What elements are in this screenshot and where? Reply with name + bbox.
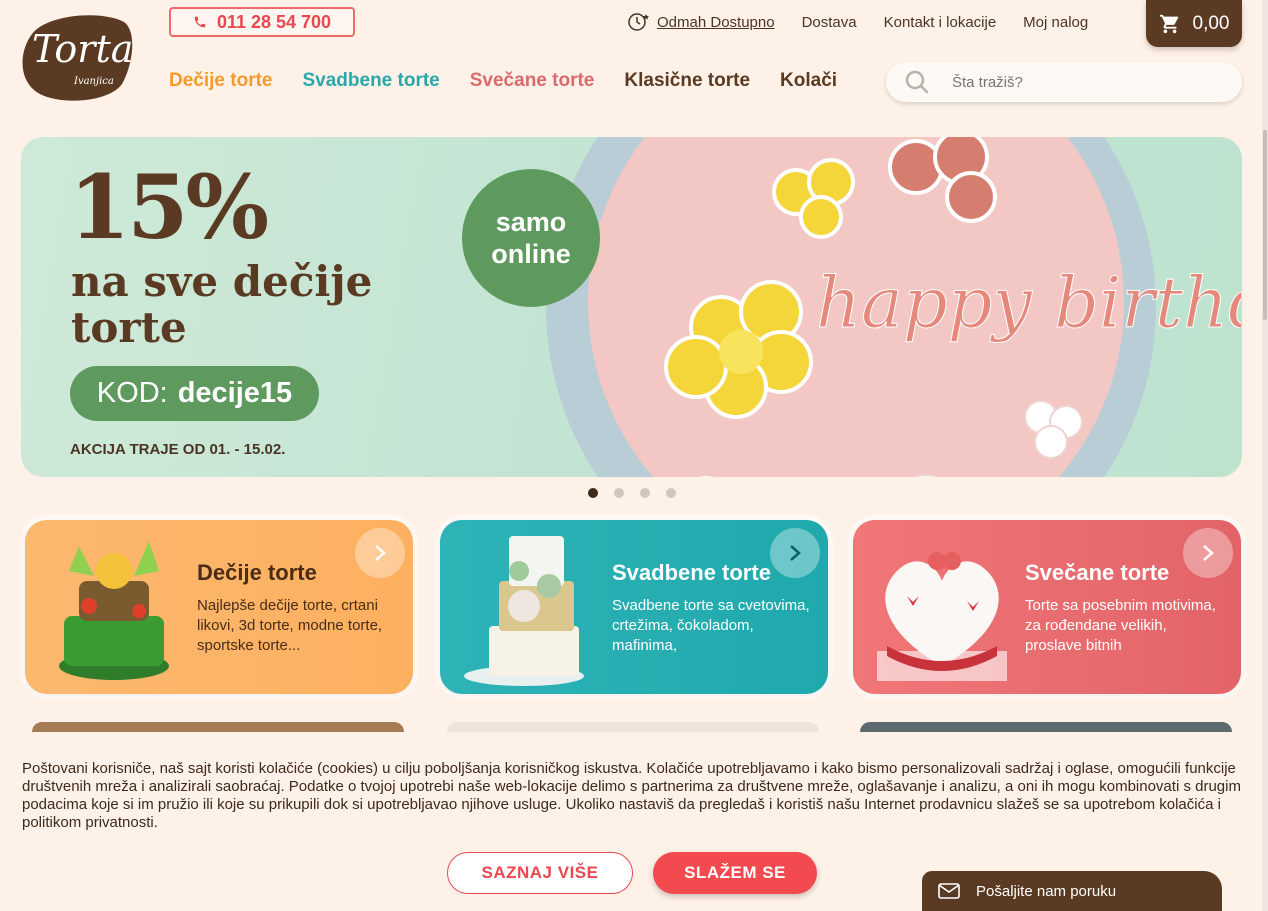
carousel-dot-3[interactable] — [640, 488, 650, 498]
cart-button[interactable]: 0,00 — [1146, 0, 1242, 47]
promo-subtitle: na sve dečije torte — [71, 257, 373, 352]
cart-icon — [1159, 14, 1178, 33]
category-title: Svadbene torte — [612, 560, 771, 585]
cookie-text: Poštovani korisniče, naš sajt koristi ko… — [22, 760, 1241, 831]
search-input[interactable] — [952, 73, 1212, 91]
site-logo[interactable]: Torta Ivanjica — [22, 12, 134, 102]
category-desc: Svadbene torte sa cvetovima, crtežima, č… — [612, 597, 810, 654]
category-card-peek-1 — [32, 722, 404, 732]
phone-number: 011 28 54 700 — [216, 11, 332, 32]
search-bar[interactable] — [886, 62, 1242, 102]
category-card-peek-3 — [860, 722, 1232, 732]
toplink-delivery[interactable]: Dostava — [802, 14, 857, 31]
nav-wedding-cakes[interactable]: Svadbene torte — [302, 70, 439, 92]
category-card-celebration[interactable]: Svečane torte Torte sa posebnim motivima… — [853, 520, 1241, 694]
nav-kids-cakes[interactable]: Dečije torte — [169, 70, 272, 92]
chevron-right-icon[interactable] — [770, 528, 820, 578]
category-card-peek-2 — [447, 722, 819, 732]
category-title: Dečije torte — [197, 560, 317, 585]
carousel-dot-2[interactable] — [614, 488, 624, 498]
chevron-right-icon[interactable] — [355, 528, 405, 578]
toplink-contact[interactable]: Kontakt i lokacije — [884, 14, 997, 31]
promo-period: AKCIJA TRAJE OD 01. - 15.02. — [70, 441, 286, 458]
toplink-account[interactable]: Moj nalog — [1023, 14, 1088, 31]
toplink-available[interactable]: Odmah Dostupno — [627, 12, 775, 32]
accept-cookies-button[interactable]: SLAŽEM SE — [653, 852, 817, 894]
wedding-cake-image — [464, 536, 584, 686]
hero-banner[interactable]: happy birthday 15% na sve dečije torte K… — [21, 137, 1242, 477]
promo-code-pill: KOD: decije15 — [70, 366, 319, 421]
promo-code-label: KOD: — [96, 377, 168, 409]
clock-moon-icon — [628, 13, 649, 31]
phone-icon — [194, 16, 206, 28]
nav-pastries[interactable]: Kolači — [780, 70, 837, 92]
nav-celebration-cakes[interactable]: Svečane torte — [470, 70, 595, 92]
cake-lettering: happy birthday — [816, 262, 1241, 344]
category-desc: Najlepše dečije torte, crtani likovi, 3d… — [197, 597, 383, 654]
online-only-badge: samo online — [462, 169, 600, 307]
category-card-kids[interactable]: Dečije torte Najlepše dečije torte, crta… — [25, 520, 413, 694]
category-title: Svečane torte — [1025, 560, 1170, 585]
promo-percent: 15% — [69, 155, 269, 259]
learn-more-button[interactable]: SAZNAJ VIŠE — [447, 852, 633, 894]
chevron-right-icon[interactable] — [1183, 528, 1233, 578]
promo-code-value: decije15 — [177, 377, 293, 409]
cookie-banner: Poštovani korisniče, naš sajt koristi ko… — [0, 732, 1268, 911]
top-links: Odmah Dostupno Dostava Kontakt i lokacij… — [627, 12, 1115, 32]
scrollbar-thumb[interactable] — [1263, 130, 1267, 320]
chat-label: Pošaljite nam poruku — [976, 882, 1117, 900]
cake-image: happy birthday — [546, 137, 1241, 477]
cart-total: 0,00 — [1192, 12, 1230, 34]
logo-wordmark: Torta — [32, 27, 133, 71]
kids-cake-image — [59, 541, 169, 680]
category-desc: Torte sa posebnim motivima, za rođendane… — [1025, 597, 1216, 654]
main-nav: Dečije torte Svadbene torte Svečane tort… — [169, 70, 867, 92]
chat-widget[interactable]: Pošaljite nam poruku — [922, 871, 1222, 911]
phone-button[interactable]: 011 28 54 700 — [169, 7, 355, 37]
search-icon — [905, 70, 929, 94]
logo-subtitle: Ivanjica — [73, 76, 114, 87]
carousel-dots — [588, 488, 676, 498]
mail-icon — [938, 883, 960, 899]
carousel-dot-1[interactable] — [588, 488, 598, 498]
nav-classic-cakes[interactable]: Klasične torte — [624, 70, 750, 92]
category-card-wedding[interactable]: Svadbene torte Svadbene torte sa cvetovi… — [440, 520, 828, 694]
carousel-dot-4[interactable] — [666, 488, 676, 498]
celebration-cake-image — [877, 552, 1007, 681]
